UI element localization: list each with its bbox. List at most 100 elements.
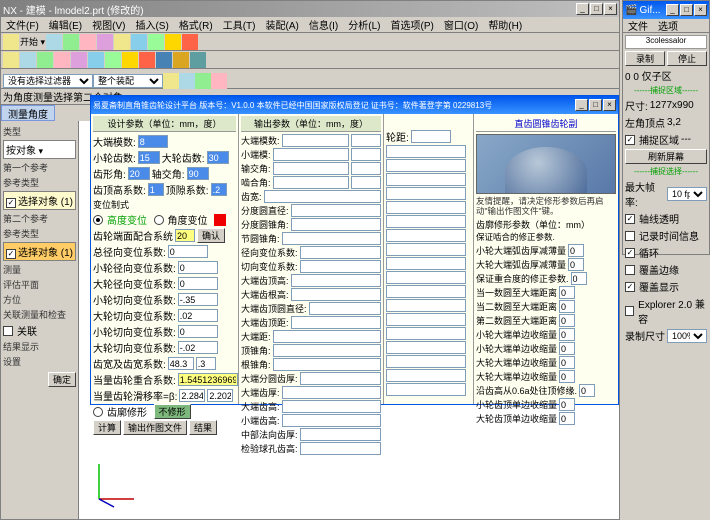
confirm-button[interactable]: 确认 [197, 228, 225, 243]
area-checkbox[interactable]: ✓ [625, 135, 635, 145]
output-field[interactable] [273, 162, 349, 175]
menu-prefs[interactable]: 首选项(P) [388, 17, 437, 32]
output-field[interactable] [291, 316, 381, 329]
close-button[interactable]: × [604, 3, 617, 15]
trim-input[interactable] [559, 328, 575, 341]
minimize-button[interactable]: _ [576, 3, 589, 15]
param-input[interactable] [178, 341, 218, 354]
tool-icon[interactable] [156, 52, 172, 68]
output-field[interactable] [386, 145, 466, 158]
refresh-button[interactable]: 刷新屏幕 [625, 149, 707, 164]
tool-icon[interactable] [105, 52, 121, 68]
addendum-input[interactable] [148, 183, 164, 196]
fps-select[interactable]: 10 fps [667, 187, 707, 201]
param-input[interactable] [178, 373, 238, 386]
output-field[interactable] [273, 176, 349, 189]
quality-select[interactable]: 100% [667, 329, 707, 343]
output-field[interactable] [291, 274, 381, 287]
output-field[interactable] [300, 428, 381, 441]
tool-icon[interactable] [173, 52, 189, 68]
gif-menu-file[interactable]: 文件 [625, 18, 651, 33]
loop-checkbox[interactable]: ✓ [625, 248, 635, 258]
tool-icon[interactable] [165, 34, 181, 50]
output-field[interactable] [300, 372, 381, 385]
assoc-checkbox[interactable] [3, 326, 13, 336]
trim-input[interactable] [559, 342, 575, 355]
param-input[interactable] [168, 245, 208, 258]
output-field[interactable] [386, 173, 466, 186]
transp-checkbox[interactable]: ✓ [625, 214, 635, 224]
menu-analysis[interactable]: 分析(L) [345, 17, 383, 32]
axis-angle-input[interactable] [187, 167, 209, 180]
param-input[interactable] [178, 309, 218, 322]
menu-window[interactable]: 窗口(O) [441, 17, 481, 32]
output-field[interactable] [386, 187, 466, 200]
output-field[interactable] [386, 285, 466, 298]
ie-checkbox[interactable] [625, 306, 634, 316]
menu-info[interactable]: 信息(I) [306, 17, 341, 32]
mod-shape-radio[interactable] [93, 407, 103, 417]
type-item[interactable]: 按对象 ▾ [3, 140, 76, 159]
tool-icon[interactable] [114, 34, 130, 50]
small-teeth-input[interactable] [138, 151, 160, 164]
gear-minimize[interactable]: _ [575, 99, 588, 111]
tool-icon[interactable] [71, 52, 87, 68]
calc-button[interactable]: 计算 [93, 420, 121, 435]
output-field[interactable] [386, 341, 466, 354]
gear-close[interactable]: × [603, 99, 616, 111]
tool-icon[interactable] [37, 52, 53, 68]
param-input[interactable] [178, 325, 218, 338]
tool-icon[interactable] [46, 34, 62, 50]
angle-shift-radio[interactable] [154, 215, 164, 225]
tool-icon[interactable] [20, 52, 36, 68]
trim-input[interactable] [559, 370, 575, 383]
output-field[interactable] [291, 204, 381, 217]
time-checkbox[interactable] [625, 231, 635, 241]
output-field-2[interactable] [351, 134, 381, 147]
tool-icon[interactable] [97, 34, 113, 50]
menu-format[interactable]: 格式(R) [176, 17, 216, 32]
clearance-input[interactable] [211, 183, 227, 196]
output-field[interactable] [386, 383, 466, 396]
param-input[interactable] [207, 389, 233, 402]
param-input[interactable] [178, 293, 218, 306]
select-object-2[interactable]: ✓选择对象 (1) [3, 242, 76, 261]
gif-close[interactable]: × [694, 4, 707, 16]
tool-icon[interactable] [54, 52, 70, 68]
output-field[interactable] [300, 442, 381, 455]
output-field[interactable] [282, 232, 381, 245]
tool-icon[interactable] [211, 73, 227, 89]
tool-icon[interactable] [190, 52, 206, 68]
tool-icon[interactable] [139, 52, 155, 68]
output-field-2[interactable] [351, 162, 381, 175]
output-field[interactable] [386, 159, 466, 172]
big-teeth-input[interactable] [207, 151, 229, 164]
param-input[interactable] [178, 261, 218, 274]
trim-input[interactable] [559, 300, 575, 313]
tool-icon[interactable] [80, 34, 96, 50]
tool-icon[interactable] [63, 34, 79, 50]
output-field[interactable] [300, 246, 381, 259]
draw-button[interactable]: 输出作图文件 [123, 420, 187, 435]
output-field[interactable] [386, 369, 466, 382]
record-button[interactable]: 录制 [625, 51, 665, 66]
show-checkbox[interactable]: ✓ [625, 282, 635, 292]
output-field[interactable] [386, 257, 466, 270]
param-input[interactable] [179, 389, 205, 402]
drag-checkbox[interactable] [625, 265, 635, 275]
menu-assembly[interactable]: 装配(A) [262, 17, 301, 32]
menu-tools[interactable]: 工具(T) [220, 17, 259, 32]
trim-input[interactable] [559, 314, 575, 327]
ok-button[interactable]: 确定 [48, 372, 76, 387]
gear-maximize[interactable]: □ [589, 99, 602, 111]
no-mod-button[interactable]: 不修形 [154, 404, 191, 419]
param-input[interactable] [178, 277, 218, 290]
maximize-button[interactable]: □ [590, 3, 603, 15]
output-field[interactable] [291, 288, 381, 301]
tool-icon[interactable] [182, 34, 198, 50]
tool-icon[interactable] [3, 34, 19, 50]
tool-icon[interactable] [195, 73, 211, 89]
output-field[interactable] [282, 134, 349, 147]
tool-icon[interactable] [88, 52, 104, 68]
output-field[interactable] [386, 299, 466, 312]
